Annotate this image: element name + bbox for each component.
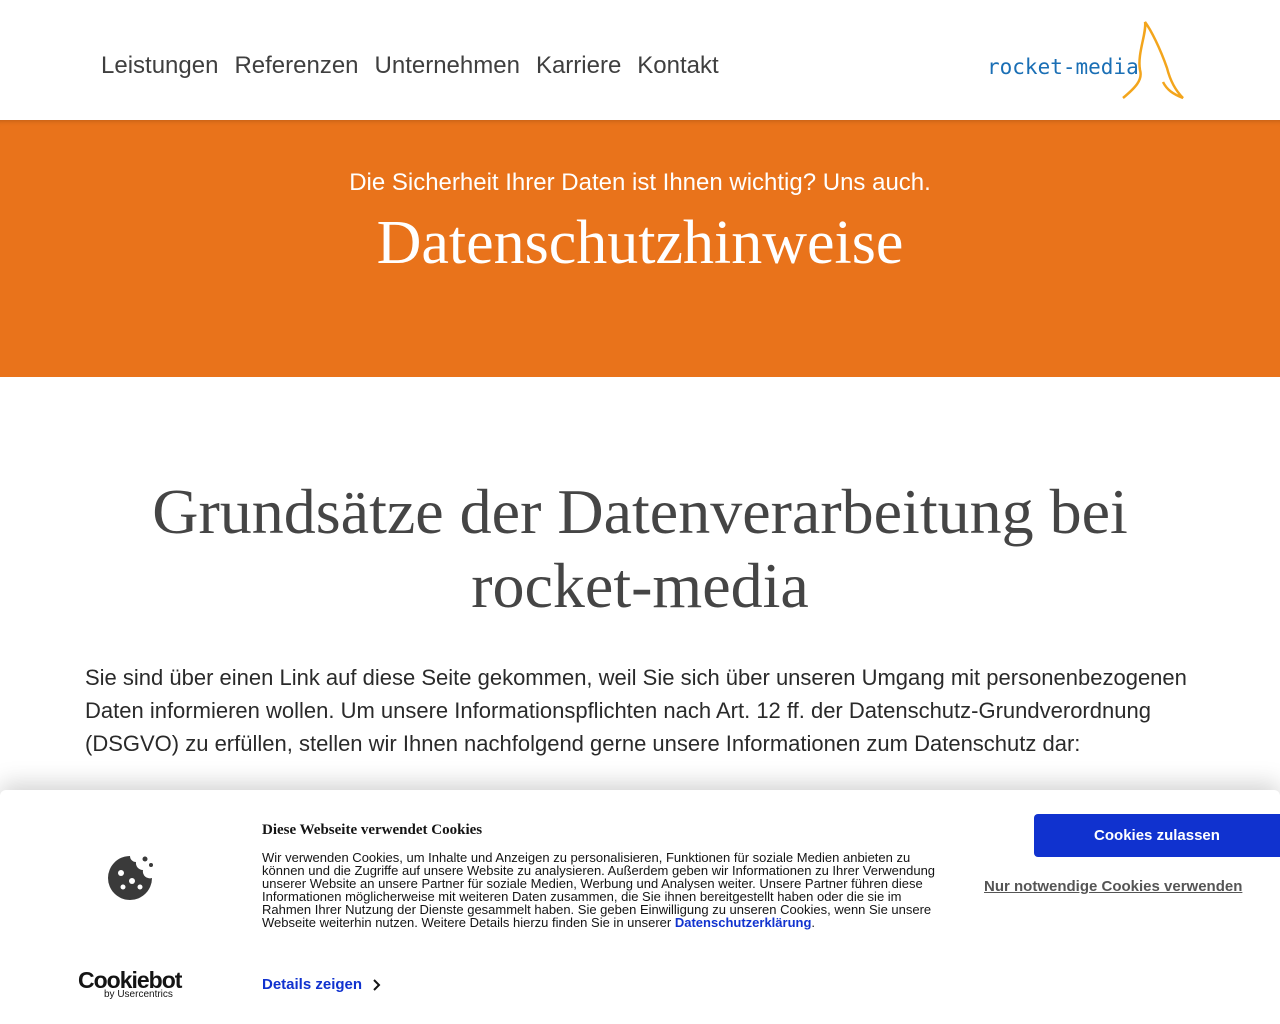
chevron-right-icon <box>373 978 381 991</box>
page-title: Datenschutzhinweise <box>376 209 904 277</box>
nav-item-leistungen[interactable]: Leistungen <box>101 52 218 80</box>
logo-text: rocket-media <box>987 55 1139 79</box>
allow-cookies-button[interactable]: Cookies zulassen <box>1034 814 1280 857</box>
cookie-banner-title: Diese Webseite verwendet Cookies <box>262 822 483 838</box>
nav-item-kontakt[interactable]: Kontakt <box>637 52 718 80</box>
necessary-cookies-only-link[interactable]: Nur notwendige Cookies verwenden <box>984 878 1242 895</box>
logo[interactable]: rocket-media <box>985 18 1185 102</box>
cookie-banner-text: Wir verwenden Cookies, um Inhalte und An… <box>262 851 952 929</box>
main-navigation: Leistungen Referenzen Unternehmen Karrie… <box>101 52 719 80</box>
nav-item-karriere[interactable]: Karriere <box>536 52 621 80</box>
show-details-label: Details zeigen <box>262 976 363 993</box>
site-header: Leistungen Referenzen Unternehmen Karrie… <box>0 0 1280 120</box>
cookiebot-logo: Cookiebot by Usercentrics <box>78 967 182 1000</box>
hero-tagline: Die Sicherheit Ihrer Daten ist Ihnen wic… <box>349 169 931 196</box>
nav-item-unternehmen[interactable]: Unternehmen <box>375 52 520 80</box>
hero-banner: Die Sicherheit Ihrer Daten ist Ihnen wic… <box>0 120 1280 377</box>
cookie-banner-body: Wir verwenden Cookies, um Inhalte und An… <box>262 850 936 930</box>
privacy-policy-link[interactable]: Datenschutzerklärung <box>675 915 812 930</box>
cookie-icon <box>108 856 153 900</box>
cookiebot-brand-subtext: by Usercentrics <box>104 989 173 1000</box>
show-details-button[interactable]: Details zeigen <box>262 976 382 993</box>
section-heading: Grundsätze der Datenverarbeitung bei roc… <box>152 476 1128 621</box>
cookie-banner-text-end: . <box>811 915 816 930</box>
intro-paragraph: Sie sind über einen Link auf diese Seite… <box>85 665 1187 756</box>
nav-item-referenzen[interactable]: Referenzen <box>234 52 358 80</box>
